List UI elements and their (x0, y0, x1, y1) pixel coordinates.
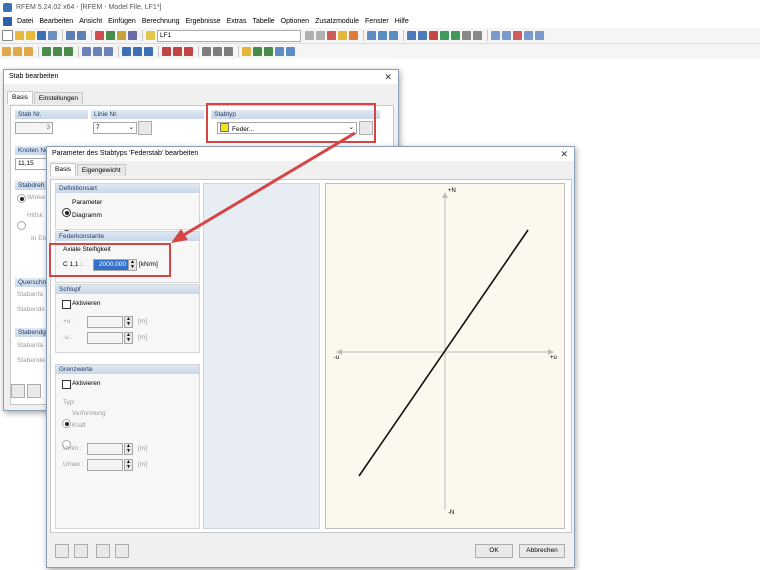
callout-arrow (171, 131, 356, 243)
callout-arrow-line (181, 131, 356, 238)
callout-arrow-head-icon (171, 229, 188, 243)
